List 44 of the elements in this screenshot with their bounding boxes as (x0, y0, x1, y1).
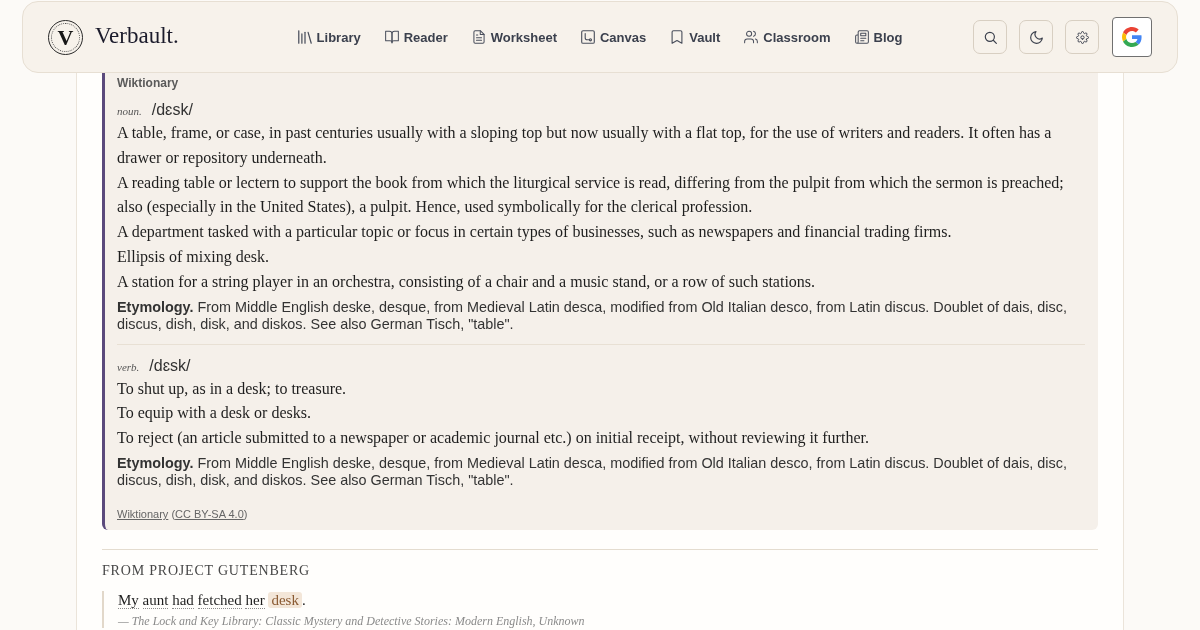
definition-text: A department tasked with a particular topic or focus in certain types of businesses, such as newspapers and financial trading firms. (117, 222, 953, 243)
moon-icon (1029, 30, 1043, 44)
definition-text: To reject (an article submitted to a newspaper or academic journal etc.) on initial receipt, without reviewing it further. (117, 428, 870, 449)
newspaper-icon (854, 30, 869, 44)
pronunciation: /dɛsk/ (151, 100, 193, 120)
users-icon (744, 30, 759, 44)
brand-name: Verbault. (95, 22, 179, 49)
etymology-text: Etymology. From Middle English deske, desque, from Medieval Latin desca, modified from Old Italian desco, from Latin discus. Doublet of dais, disc, discus, dish, disk, and diskos. See also German Tisch, "table". (117, 454, 1068, 489)
attribution-link[interactable]: Wiktionary (117, 507, 169, 520)
attribution-text: Wiktionary (CC BY-SA 4.0) (117, 506, 249, 521)
nav-link[interactable]: Worksheet (471, 29, 557, 45)
nav-link[interactable]: Blog (854, 29, 903, 45)
definition-text: A reading table or lectern to support the book from which the liturgical service is read, differing from the pulpit from which the sermon is preached; also (especially in the United States), a pulpit. Hence, used symbolically for the clerical profession. (117, 172, 1065, 218)
nav-link[interactable]: Canvas (581, 29, 647, 45)
attribution-link[interactable]: CC BY-SA 4.0 (175, 507, 244, 520)
bookmark-icon (670, 30, 685, 44)
nav-link[interactable]: Library (297, 29, 361, 45)
nav-link[interactable]: Reader (384, 29, 448, 45)
definition-text: A table, frame, or case, in past centuries usually with a sloping top but now usually with a flat top, for the use of writers and readers. It often has a drawer or repository underneath. (117, 123, 1053, 169)
nav-link[interactable]: Vault (670, 29, 721, 45)
nav-link[interactable]: Classroom (744, 29, 831, 45)
section-heading: FROM PROJECT GUTENBERG (102, 561, 311, 580)
definition-text: To equip with a desk or desks. (117, 403, 312, 424)
document-icon (471, 30, 486, 44)
frame-icon (581, 30, 595, 44)
citation-text: — The Lock and Key Library: Classic Mystery and Detective Stories: Modern English, Unknown (118, 614, 586, 628)
search-button[interactable] (973, 20, 1007, 54)
settings-button[interactable] (1065, 20, 1099, 54)
definition-text: Ellipsis of mixing desk. (117, 247, 270, 268)
part-of-speech: verb. (117, 359, 140, 375)
sign-in-button[interactable] (1112, 17, 1152, 57)
pronunciation: /dɛsk/ (149, 355, 191, 376)
source-label: Wiktionary (117, 75, 180, 91)
definition-text: A station for a string player in an orchestra, consisting of a chair and a music stand, or a row of such stations. (117, 271, 817, 293)
settings-icon (1075, 30, 1089, 44)
part-of-speech: noun. (117, 104, 142, 119)
etymology-text: Etymology. From Middle English deske, desque, from Medieval Latin desca, modified from Old Italian desco, from Latin discus. Doublet of dais, disc, discus, dish, disk, and diskos. See also German Tisch, "table". (117, 298, 1068, 333)
theme-toggle-button[interactable] (1019, 20, 1053, 54)
quote-text: My aunt had fetched her desk . (118, 590, 307, 610)
g-logo-icon (1122, 27, 1142, 47)
open-book-icon (384, 30, 399, 44)
definition-text: To shut up, as in a desk; to treasure. (117, 378, 348, 400)
search-icon (983, 30, 997, 44)
books-icon (297, 30, 312, 44)
